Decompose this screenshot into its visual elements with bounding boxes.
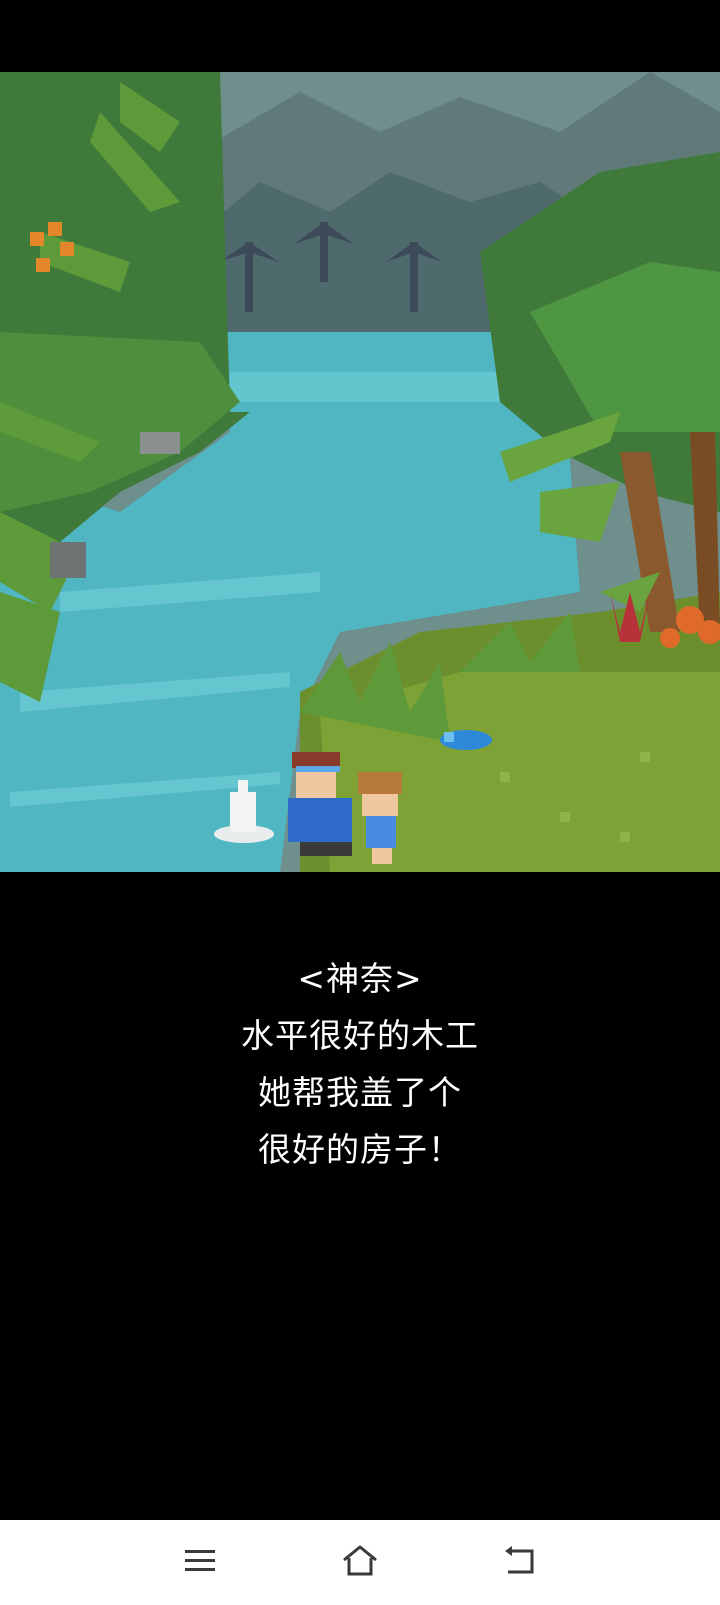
menu-icon [185, 1550, 215, 1571]
game-scene[interactable] [0, 72, 720, 872]
home-button[interactable] [335, 1538, 385, 1584]
back-icon [505, 1546, 534, 1574]
menu-button[interactable] [175, 1538, 225, 1584]
dialogue-line: 很好的房子！ [258, 1130, 462, 1169]
speaker-name: <神奈> [297, 959, 423, 998]
home-icon [343, 1545, 377, 1576]
back-button[interactable] [495, 1538, 545, 1584]
blue-bird [440, 730, 492, 750]
dialogue-box[interactable]: <神奈> 水平很好的木工 她帮我盖了个 很好的房子！ [0, 950, 720, 1178]
dialogue-line: 她帮我盖了个 [258, 1073, 462, 1112]
dialogue-line: 水平很好的木工 [241, 1016, 479, 1055]
system-navigation-bar [0, 1520, 720, 1605]
